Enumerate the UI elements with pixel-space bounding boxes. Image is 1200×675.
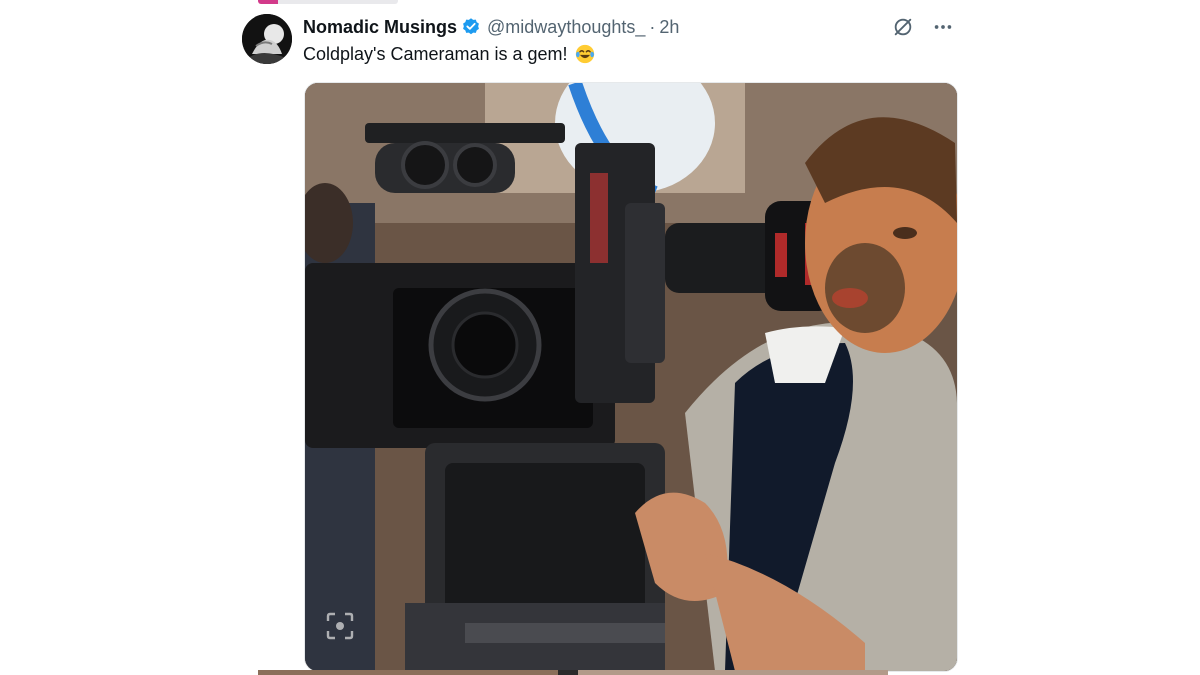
verified-badge-icon — [461, 17, 481, 37]
tweet-header: Nomadic Musings @midwaythoughts_ · 2h — [303, 15, 679, 39]
tweet-screenshot: Nomadic Musings @midwaythoughts_ · 2h Co… — [0, 0, 1200, 675]
tweet[interactable]: Nomadic Musings @midwaythoughts_ · 2h Co… — [242, 10, 962, 675]
face-with-tears-of-joy-icon — [574, 43, 596, 65]
separator-dot: · — [649, 16, 656, 37]
image-view-icon[interactable] — [325, 611, 355, 641]
tweet-image[interactable] — [304, 82, 958, 672]
tweet-actions — [890, 14, 956, 40]
next-post-edge — [258, 670, 888, 675]
grok-icon[interactable] — [890, 14, 916, 40]
previous-post-edge — [258, 0, 398, 4]
handle[interactable]: @midwaythoughts_ — [487, 17, 645, 38]
avatar[interactable] — [242, 14, 292, 64]
tweet-text-content: Coldplay's Cameraman is a gem! — [303, 43, 568, 64]
tweet-text: Coldplay's Cameraman is a gem! — [303, 43, 596, 65]
display-name[interactable]: Nomadic Musings — [303, 17, 457, 38]
more-icon[interactable] — [930, 14, 956, 40]
timestamp[interactable]: 2h — [659, 17, 679, 38]
